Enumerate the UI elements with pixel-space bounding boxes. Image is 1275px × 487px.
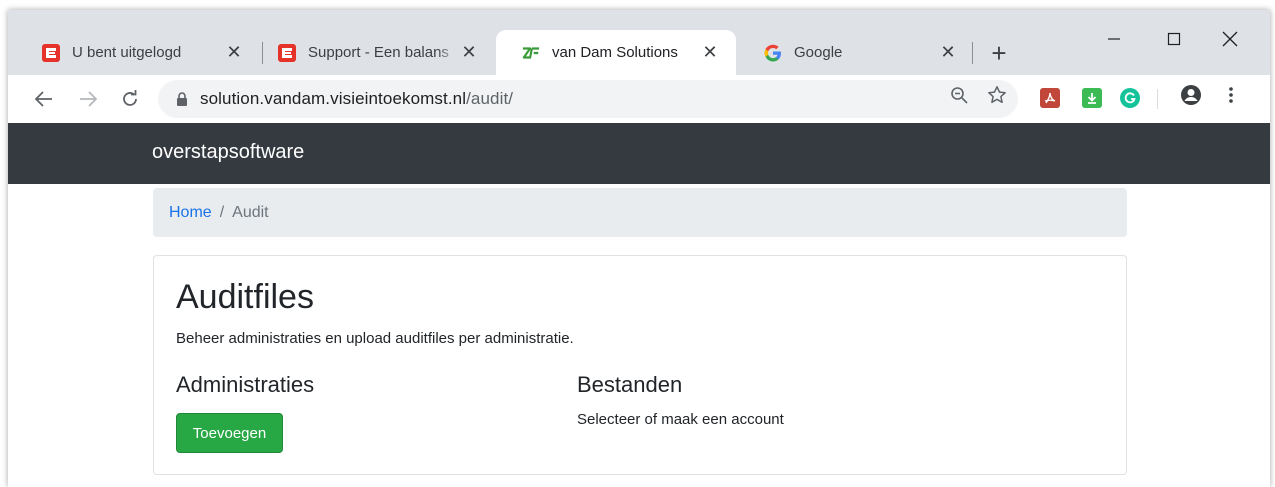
tab-google[interactable]: Google ✕ — [738, 30, 974, 75]
add-administratie-button[interactable]: Toevoegen — [176, 413, 283, 453]
page-title: Auditfiles — [176, 278, 314, 316]
tab-close-icon[interactable]: ✕ — [938, 42, 958, 63]
window-close-icon[interactable] — [1210, 24, 1250, 54]
url-path: /audit/ — [466, 89, 514, 108]
site-brand-link[interactable]: overstapsoftware — [152, 141, 304, 164]
download-extension-icon[interactable] — [1082, 88, 1102, 108]
tab-title: U bent uitgelogd — [72, 44, 182, 61]
tab-strip: U bent uitgelogd ✕ Support - Een balans … — [8, 10, 1270, 75]
e-red-icon — [42, 43, 60, 62]
pdf-extension-icon[interactable] — [1040, 88, 1060, 108]
address-bar[interactable]: solution.vandam.visieintoekomst.nl/audit… — [158, 80, 1018, 118]
maximize-icon[interactable] — [1154, 24, 1194, 54]
minimize-icon[interactable] — [1094, 24, 1134, 54]
tab-separator — [972, 42, 973, 64]
bestanden-empty-text: Selecteer of maak een account — [577, 411, 784, 428]
profile-avatar-icon[interactable] — [1180, 84, 1202, 106]
tab-close-icon[interactable]: ✕ — [700, 42, 720, 63]
tab-u-bent-uitgelogd[interactable]: U bent uitgelogd ✕ — [16, 30, 260, 75]
more-menu-icon[interactable] — [1220, 84, 1242, 106]
tab-close-icon[interactable]: ✕ — [224, 42, 244, 63]
breadcrumb-home-link[interactable]: Home — [169, 204, 212, 222]
breadcrumb-separator: / — [219, 203, 225, 221]
new-tab-icon[interactable]: + — [986, 38, 1012, 68]
bookmark-star-icon[interactable] — [986, 84, 1008, 106]
breadcrumb: Home / Audit — [153, 188, 1127, 237]
lock-icon[interactable] — [176, 92, 188, 106]
breadcrumb-current: Audit — [232, 203, 269, 221]
grammarly-icon[interactable] — [1120, 88, 1140, 108]
url-text: solution.vandam.visieintoekomst.nl/audit… — [200, 89, 513, 109]
forward-arrow-icon[interactable] — [74, 85, 102, 113]
back-arrow-icon[interactable] — [30, 85, 58, 113]
tab-close-icon[interactable]: ✕ — [459, 42, 479, 63]
e-red-icon — [278, 43, 296, 62]
page-description: Beheer administraties en upload auditfil… — [176, 330, 574, 347]
tab-title: Support - Een balans — [308, 44, 449, 61]
tab-support[interactable]: Support - Een balans ✕ — [252, 30, 495, 75]
tab-van-dam-solutions[interactable]: van Dam Solutions ✕ — [496, 30, 736, 75]
reload-icon[interactable] — [116, 85, 144, 113]
bestanden-heading: Bestanden — [577, 372, 683, 397]
zoom-out-icon[interactable] — [948, 84, 970, 106]
audit-card: Auditfiles Beheer administraties en uplo… — [153, 255, 1127, 475]
tab-title: van Dam Solutions — [552, 44, 678, 61]
url-host: solution.vandam.visieintoekomst.nl — [200, 89, 467, 108]
browser-window: U bent uitgelogd ✕ Support - Een balans … — [8, 10, 1270, 487]
site-navbar: overstapsoftware — [8, 123, 1270, 184]
browser-toolbar: solution.vandam.visieintoekomst.nl/audit… — [8, 75, 1270, 123]
administraties-heading: Administraties — [176, 372, 315, 397]
tab-title: Google — [794, 44, 843, 61]
zf-icon — [522, 44, 540, 62]
google-g-icon — [764, 44, 782, 62]
toolbar-separator — [1157, 89, 1158, 109]
